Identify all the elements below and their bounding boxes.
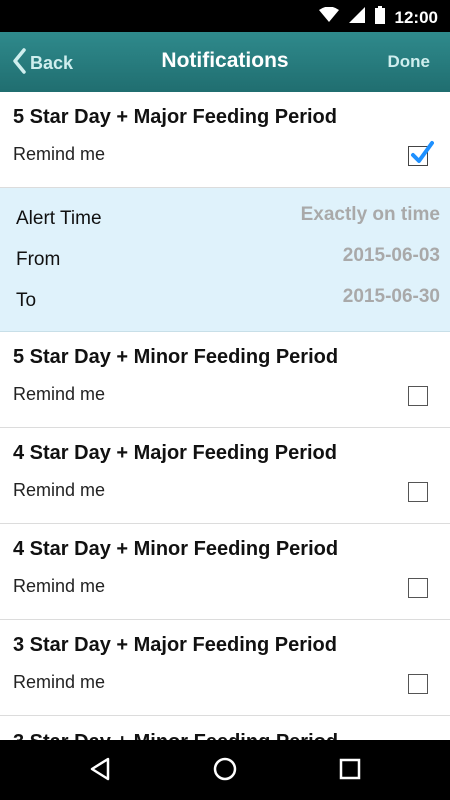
from-label: From (16, 249, 61, 270)
alert-time-label: Alert Time (16, 208, 102, 229)
to-label: To (16, 290, 37, 311)
item-title: 3 Star Day + Major Feeding Period (13, 634, 337, 656)
list-item: 3 Star Day + Major Feeding Period Remind… (0, 620, 450, 716)
list-item: 4 Star Day + Major Feeding Period Remind… (0, 428, 450, 524)
remind-me-label: Remind me (13, 384, 106, 404)
to-date-value: 2015-06-30 (342, 286, 440, 307)
battery-icon (374, 6, 385, 29)
list-item: 4 Star Day + Minor Feeding Period Remind… (0, 524, 450, 620)
remind-me-checkbox[interactable] (408, 578, 428, 598)
wifi-icon (318, 6, 339, 28)
checkmark-icon (408, 139, 434, 172)
home-circle-icon[interactable] (212, 756, 238, 787)
done-button[interactable]: Done (388, 52, 431, 72)
back-button[interactable]: Back (12, 48, 73, 79)
cell-signal-icon (348, 7, 365, 28)
remind-me-label: Remind me (13, 672, 106, 692)
remind-me-checkbox[interactable] (408, 482, 428, 502)
list-item: 5 Star Day + Minor Feeding Period Remind… (0, 332, 450, 428)
alert-detail-panel: Alert Time Exactly on time From 2015-06-… (0, 188, 450, 332)
item-title: 4 Star Day + Minor Feeding Period (13, 538, 339, 560)
remind-me-label: Remind me (13, 480, 106, 500)
remind-me-checkbox[interactable] (408, 386, 428, 406)
alert-time-value: Exactly on time (300, 204, 440, 225)
status-bar: 12:00 (0, 0, 450, 32)
alert-time-row[interactable]: Alert Time Exactly on time (0, 204, 450, 238)
status-time: 12:00 (394, 7, 438, 27)
app-header: Back Notifications Done (0, 32, 450, 92)
back-label: Back (30, 53, 74, 73)
item-title: 3 Star Day + Minor Feeding Period (13, 731, 338, 740)
item-title: 5 Star Day + Major Feeding Period (13, 106, 337, 128)
list-item: 5 Star Day + Major Feeding Period Remind… (0, 92, 450, 188)
remind-me-checkbox[interactable] (408, 674, 428, 694)
item-title: 5 Star Day + Minor Feeding Period (13, 346, 339, 368)
chevron-left-icon (12, 48, 26, 79)
status-icons: 12:00 (318, 6, 438, 29)
list-item: 3 Star Day + Minor Feeding Period (0, 716, 450, 740)
remind-me-label: Remind me (13, 144, 106, 164)
notification-list[interactable]: 5 Star Day + Major Feeding Period Remind… (0, 92, 450, 740)
item-title: 4 Star Day + Major Feeding Period (13, 442, 337, 464)
remind-me-label: Remind me (13, 576, 106, 596)
from-date-row[interactable]: From 2015-06-03 (0, 245, 450, 279)
remind-me-checkbox[interactable] (408, 141, 434, 166)
back-triangle-icon[interactable] (88, 756, 112, 787)
recents-square-icon[interactable] (338, 756, 362, 787)
from-date-value: 2015-06-03 (342, 245, 440, 266)
system-nav-bar (0, 740, 450, 800)
to-date-row[interactable]: To 2015-06-30 (0, 286, 450, 320)
